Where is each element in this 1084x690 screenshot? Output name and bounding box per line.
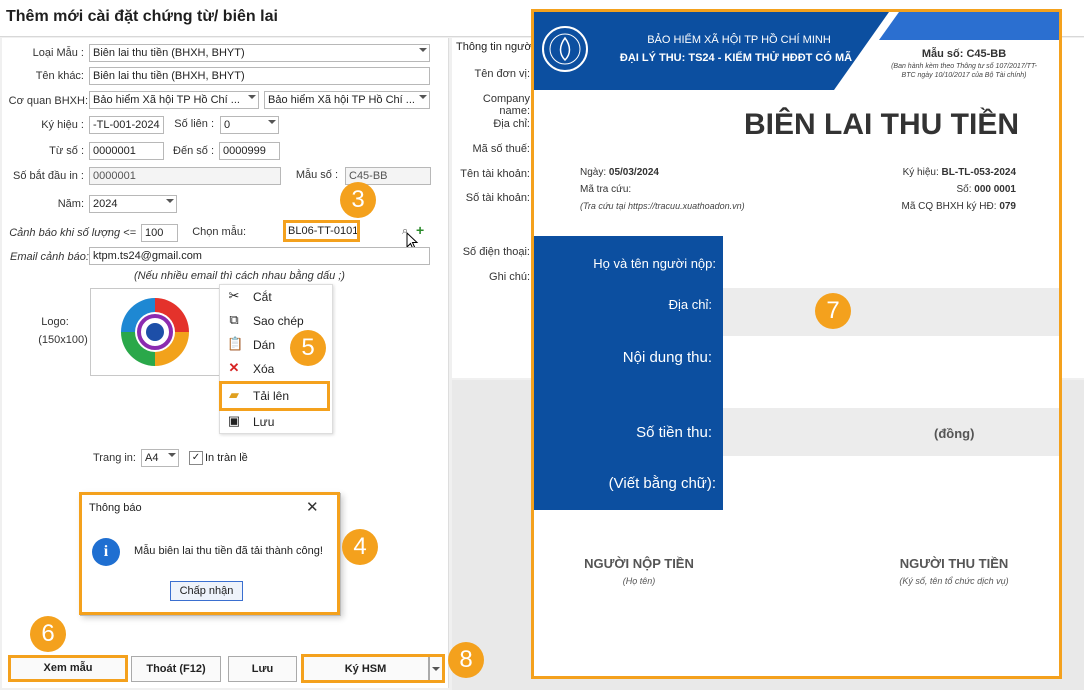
logo-swirl-icon	[121, 298, 189, 366]
customer-label-company: Company name:	[482, 93, 530, 117]
chevron-down-icon	[419, 48, 427, 52]
customer-label-ma-so-thue: Mã số thuế:	[472, 143, 530, 155]
receipt-nguoi-thu: NGƯỜI THU TIỀN	[899, 556, 1009, 571]
so-lien-select[interactable]: 0	[220, 116, 279, 134]
nam-label: Năm:	[57, 198, 84, 210]
chon-mau-label: Chọn mẫu:	[192, 226, 246, 238]
customer-label-ten-tai-khoan: Tên tài khoản:	[460, 168, 530, 180]
receipt-agent: ĐẠI LÝ THU: TS24 - KIỂM THỬ HĐĐT CÓ MÃ	[619, 52, 853, 64]
paste-icon: 📋	[227, 336, 244, 351]
logo-image-box[interactable]	[90, 288, 222, 376]
upload-highlight	[219, 381, 330, 411]
chevron-down-icon	[168, 453, 176, 457]
in-tran-le-checkbox[interactable]: ✓	[189, 451, 203, 465]
chevron-down-icon	[166, 199, 174, 203]
canh-bao-label: Cảnh báo khi số lượng <=	[9, 227, 136, 239]
callout-6: 6	[30, 616, 66, 652]
receipt-title: BIÊN LAI THU TIỀN	[744, 108, 1019, 141]
receipt-nguoi-thu-note: (Ký số, tên tổ chức dịch vụ)	[899, 576, 1009, 586]
receipt-nguoi-nop-note: (Họ tên)	[622, 576, 656, 586]
callout-4: 4	[342, 529, 378, 565]
callout-7: 7	[815, 293, 851, 329]
email-input[interactable]: ktpm.ts24@gmail.com	[89, 247, 430, 265]
receipt-so: Số: 000 0001	[956, 184, 1016, 195]
chon-mau-highlight	[283, 220, 360, 242]
preview-highlight	[8, 655, 128, 682]
customer-info-fields-strip	[1062, 38, 1084, 378]
copy-icon: ⧉	[229, 312, 239, 327]
receipt-bang-chu-label: (Viết bằng chữ):	[608, 475, 716, 492]
customer-label-ghi-chu: Ghi chú:	[489, 271, 530, 283]
save-icon: ▣	[227, 413, 241, 428]
canh-bao-input[interactable]: 100	[141, 224, 178, 242]
chevron-down-icon	[419, 95, 427, 99]
receipt-ho-ten-label: Họ và tên người nộp:	[593, 256, 716, 271]
customer-label-so-dien-thoai: Số điện thoại:	[462, 246, 530, 258]
delete-icon: ✕	[228, 360, 240, 375]
den-so-input[interactable]: 0000999	[219, 142, 280, 160]
ky-hieu-input[interactable]: -TL-001-2024	[89, 116, 164, 134]
chevron-down-icon	[248, 95, 256, 99]
logo-size-label: (150x100)	[38, 334, 88, 346]
ky-hieu-label: Ký hiệu :	[41, 119, 84, 131]
nam-select[interactable]: 2024	[89, 195, 177, 213]
menu-item-save[interactable]: ▣ Lưu	[219, 410, 331, 434]
bhxh-logo-icon	[542, 26, 588, 72]
in-tran-le-label: In tràn lề	[205, 452, 248, 464]
ten-khac-label: Tên khác:	[35, 70, 84, 82]
receipt-nguoi-nop: NGƯỜI NỘP TIỀN	[584, 556, 694, 571]
receipt-so-tien-label: Số tiền thu:	[636, 424, 712, 441]
callout-5: 5	[290, 330, 326, 366]
callout-8: 8	[448, 642, 484, 678]
customer-label-ten-don-vi: Tên đơn vị:	[474, 68, 530, 80]
customer-info-header: Thông tin người	[456, 41, 535, 53]
sign-highlight	[301, 654, 445, 683]
so-lien-label: Số liên :	[174, 118, 214, 130]
so-bat-dau-input: 0000001	[89, 167, 281, 185]
receipt-label-column	[534, 236, 723, 510]
tu-so-input[interactable]: 0000001	[89, 142, 164, 160]
receipt-ky-hieu: Ký hiệu: BL-TL-053-2024	[902, 167, 1016, 178]
so-bat-dau-label: Số bắt đầu in :	[13, 170, 84, 182]
chevron-down-icon	[268, 120, 276, 124]
receipt-preview: BẢO HIỂM XÃ HỘI TP HỒ CHÍ MINH ĐẠI LÝ TH…	[531, 9, 1062, 679]
save-button[interactable]: Lưu	[228, 656, 297, 682]
customer-info-panel	[452, 38, 535, 378]
receipt-date: Ngày: 05/03/2024	[580, 167, 659, 178]
co-quan-select-1[interactable]: Bảo hiểm Xã hội TP Hồ Chí ...	[89, 91, 259, 109]
receipt-ma-cq: Mã CQ BHXH ký HĐ: 079	[901, 201, 1016, 212]
receipt-noi-dung-label: Nội dung thu:	[622, 349, 712, 366]
window-title: Thêm mới cài đặt chứng từ/ biên lai	[6, 8, 278, 25]
mau-so-label: Mẫu số :	[295, 169, 338, 181]
co-quan-label: Cơ quan BHXH:	[8, 95, 88, 107]
co-quan-select-2[interactable]: Bảo hiểm Xã hội TP Hồ Chí ...	[264, 91, 430, 109]
customer-label-dia-chi: Địa chỉ:	[493, 118, 530, 130]
receipt-dia-chi-label: Địa chỉ:	[668, 297, 712, 312]
menu-item-cut[interactable]: ✂ Cắt	[219, 285, 331, 309]
tu-so-label: Từ số :	[49, 145, 84, 157]
email-label: Email cảnh báo:	[10, 251, 89, 263]
loai-mau-select[interactable]: Biên lai thu tiền (BHXH, BHYT)	[89, 44, 430, 62]
logo-label: Logo:	[41, 316, 69, 328]
customer-label-so-tai-khoan: Số tài khoản:	[465, 192, 530, 204]
exit-button[interactable]: Thoát (F12)	[131, 656, 221, 682]
den-so-label: Đến số :	[173, 145, 214, 157]
ten-khac-input[interactable]: Biên lai thu tiền (BHXH, BHYT)	[89, 67, 430, 85]
menu-item-copy[interactable]: ⧉ Sao chép	[219, 309, 331, 333]
loai-mau-label: Loại Mẫu :	[32, 47, 84, 59]
receipt-mau-so: Mẫu số: C45-BB	[921, 48, 1007, 60]
dia-chi-band	[723, 288, 1059, 336]
receipt-mau-so-note: (Ban hành kèm theo Thông tư số 107/2017/…	[891, 63, 1037, 79]
email-note: (Nếu nhiều email thì cách nhau bằng dấu …	[134, 270, 345, 282]
trang-in-label: Trang in:	[92, 452, 136, 464]
receipt-org: BẢO HIỂM XÃ HỘI TP HỒ CHÍ MINH	[647, 34, 831, 46]
receipt-ma-tra-cuu: Mã tra cứu:	[580, 184, 632, 195]
receipt-dong-label: (đồng)	[934, 426, 975, 441]
so-tien-band	[723, 408, 1059, 456]
receipt-tra-cuu-note: (Tra cứu tại https://tracuu.xuathoadon.v…	[580, 201, 745, 211]
scissors-icon: ✂	[228, 288, 240, 303]
dialog-highlight	[79, 492, 340, 615]
trang-in-select[interactable]: A4	[141, 449, 179, 467]
callout-3: 3	[340, 182, 376, 218]
